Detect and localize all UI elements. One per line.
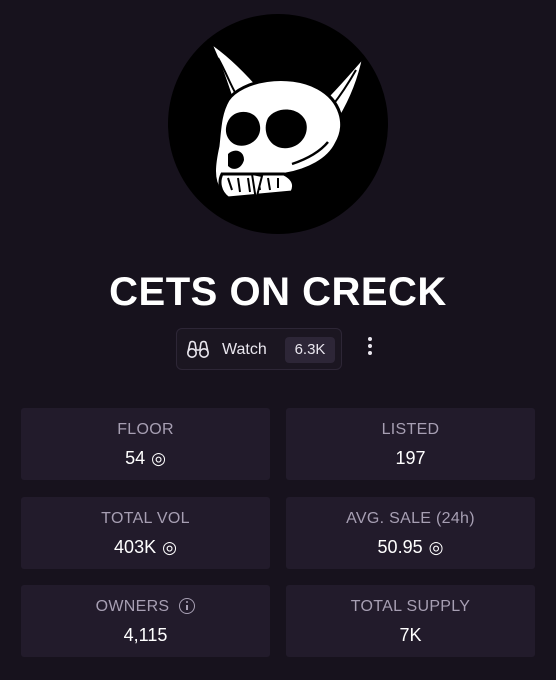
sol-currency-icon: ◎ — [162, 538, 177, 557]
stat-value: 7K — [399, 625, 422, 645]
stat-value: 50.95 ◎ — [377, 537, 444, 557]
vertical-ellipsis-icon — [368, 337, 372, 341]
watch-label: Watch — [222, 341, 267, 358]
stat-total-supply: TOTAL SUPPLY 7K — [286, 585, 535, 657]
info-icon[interactable] — [179, 598, 196, 614]
sol-currency-icon: ◎ — [428, 538, 444, 557]
watch-row: Watch 6.3K — [176, 328, 382, 372]
stat-value: 403K ◎ — [114, 537, 177, 557]
more-options-button[interactable] — [360, 334, 380, 364]
watch-button[interactable]: Watch 6.3K — [176, 328, 342, 370]
stat-label: TOTAL VOL — [101, 510, 190, 527]
stat-label: OWNERS — [21, 597, 270, 617]
page-title: CETS ON CRECK — [109, 270, 447, 314]
stat-avg-sale: AVG. SALE (24h) 50.95 ◎ — [286, 497, 535, 569]
watch-count-badge: 6.3K — [285, 337, 335, 363]
stat-listed: LISTED 197 — [286, 408, 535, 480]
avatar — [168, 14, 388, 234]
collection-page: CETS ON CRECK Watch 6.3K FLOOR 54 ◎ LIST… — [0, 0, 556, 680]
sol-currency-icon: ◎ — [151, 449, 166, 468]
cat-skull-icon — [206, 37, 367, 201]
stat-label: LISTED — [381, 421, 440, 438]
stat-total-vol: TOTAL VOL 403K ◎ — [21, 497, 270, 569]
binoculars-icon — [187, 340, 209, 358]
stat-value: 197 — [395, 448, 426, 468]
stat-label: TOTAL SUPPLY — [350, 598, 471, 615]
stat-value: 54 ◎ — [125, 448, 166, 468]
stat-value: 4,115 — [123, 625, 168, 645]
stat-label: AVG. SALE (24h) — [346, 510, 475, 527]
stat-owners: OWNERS 4,115 — [21, 585, 270, 657]
stat-floor: FLOOR 54 ◎ — [21, 408, 270, 480]
stat-label: FLOOR — [117, 421, 174, 438]
